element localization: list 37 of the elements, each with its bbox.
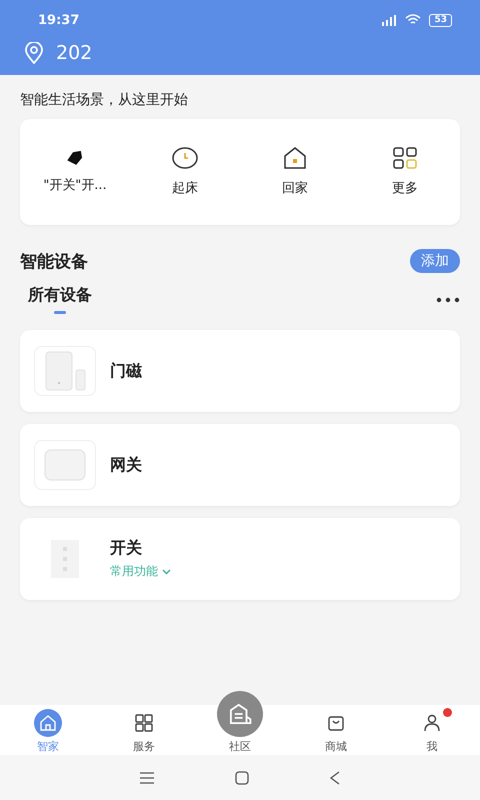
scene-item[interactable]: 回家 — [240, 147, 350, 197]
nav-tab[interactable]: 社区 — [192, 691, 288, 758]
status-time: 19:37 — [38, 12, 80, 28]
scene-item[interactable]: "开关"开... — [20, 150, 130, 194]
device-name: 开关 — [110, 538, 143, 559]
wall-switch-icon — [50, 539, 80, 579]
nav-tab[interactable]: 商城 — [288, 705, 384, 758]
notification-dot — [442, 708, 452, 717]
home-icon — [38, 713, 58, 733]
device-card[interactable]: 门磁 — [20, 330, 460, 412]
scenes-heading: 智能生活场景，从这里开始 — [20, 91, 189, 109]
device-name: 门磁 — [110, 360, 142, 382]
scene-item[interactable]: 起床 — [130, 147, 240, 197]
clock-icon — [172, 147, 198, 169]
house-icon — [283, 147, 307, 169]
more-icon[interactable] — [436, 296, 460, 302]
user-icon — [422, 713, 442, 733]
device-tab[interactable]: 所有设备 — [20, 285, 100, 314]
location-pin-icon — [24, 42, 44, 64]
wifi-icon — [405, 14, 422, 26]
signal-icon — [381, 14, 398, 26]
scene-item[interactable]: 更多 — [350, 147, 460, 197]
gateway-icon — [43, 448, 87, 482]
grid-icon — [134, 713, 154, 733]
device-name: 网关 — [110, 454, 142, 476]
chevron-down-icon — [162, 568, 171, 574]
menu-icon[interactable] — [139, 772, 155, 784]
battery-level: 53 — [429, 14, 452, 26]
device-card[interactable]: 网关 — [20, 424, 460, 506]
section-title: 智能设备 — [20, 250, 88, 272]
device-card[interactable]: 开关 常用功能 — [20, 518, 460, 600]
back-icon[interactable] — [329, 770, 341, 784]
nav-tab[interactable]: 服务 — [96, 705, 192, 758]
grid-icon — [393, 147, 417, 169]
building-icon — [227, 701, 253, 727]
home-square-icon[interactable] — [235, 770, 249, 784]
tag-icon — [65, 150, 85, 166]
